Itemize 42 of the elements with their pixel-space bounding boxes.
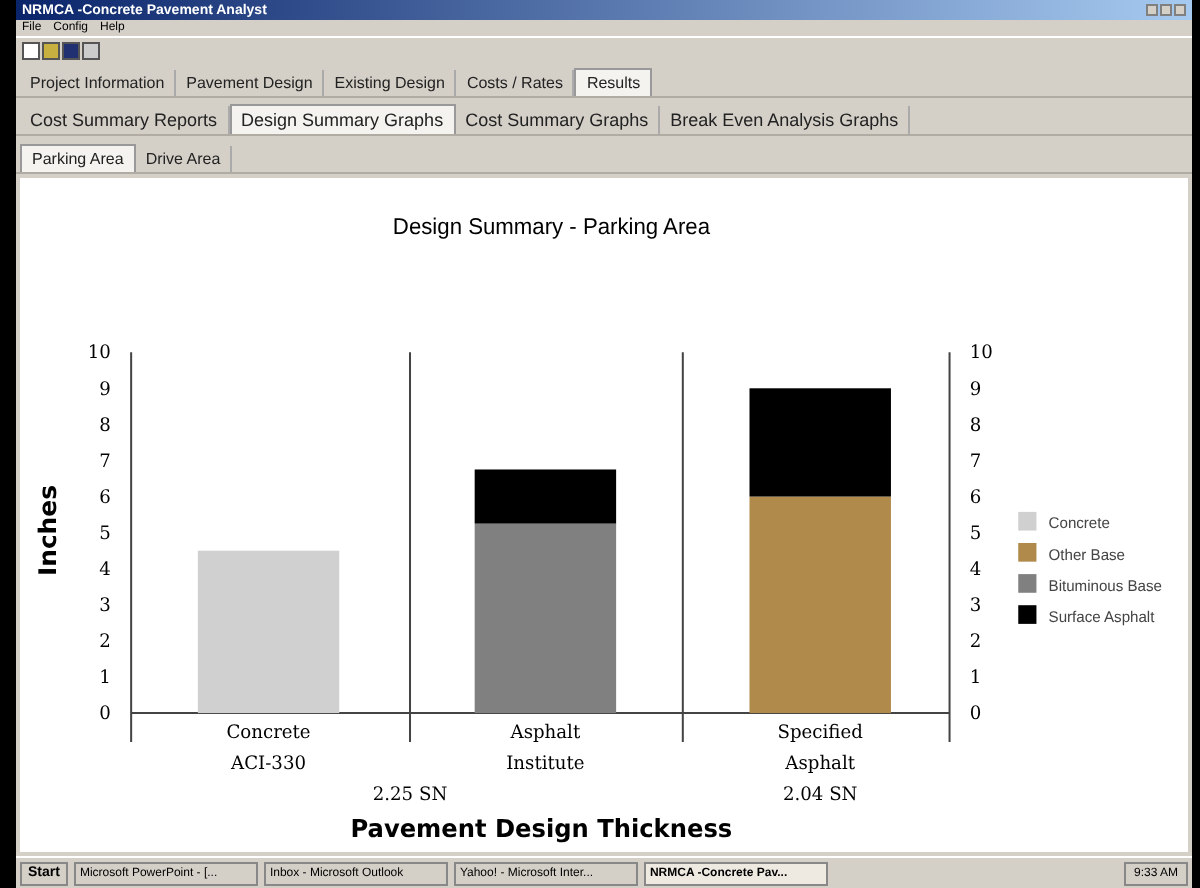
y-tick-label: 6 [99, 486, 111, 509]
y-tick-label: 8 [99, 414, 111, 437]
tab[interactable]: Pavement Design [176, 70, 325, 96]
y-tick-label: 5 [99, 522, 111, 545]
tab[interactable]: Design Summary Graphs [229, 104, 456, 134]
tab[interactable]: Break Even Analysis Graphs [660, 106, 911, 134]
chart-title: Design Summary - Parking Area [392, 215, 711, 241]
y-axis-title: Inches [34, 485, 63, 577]
y-tick-label: 0 [99, 703, 111, 726]
category-label: Institute [506, 752, 585, 776]
y-tick-label: 8 [969, 414, 982, 437]
y-tick-label: 2 [99, 630, 111, 654]
category-label: ACI-330 [231, 752, 307, 776]
y-tick-label: 2 [969, 630, 982, 654]
tab[interactable]: Project Information [20, 70, 177, 96]
annotation-label: 2.25 SN [372, 783, 448, 807]
tab[interactable]: Drive Area [135, 146, 233, 172]
y-tick-label: 7 [969, 450, 982, 473]
tab[interactable]: Cost Summary Graphs [455, 106, 661, 134]
y-tick-label: 10 [87, 342, 111, 365]
category-label: Concrete [226, 721, 311, 744]
category-label: 2.04 SN [782, 783, 858, 807]
y-tick-label: 5 [969, 522, 982, 545]
tab[interactable]: Existing Design [324, 70, 457, 96]
y-tick-label: 1 [969, 667, 982, 690]
category-label: Asphalt [785, 752, 856, 776]
y-tick-label: 0 [969, 703, 982, 726]
tab[interactable]: Results [574, 68, 653, 96]
category-label: Specified [777, 721, 863, 744]
y-tick-label: 10 [969, 342, 993, 365]
y-tick-label: 1 [99, 667, 111, 690]
x-axis-title: Pavement Design Thickness [350, 815, 733, 844]
y-tick-label: 3 [99, 594, 111, 618]
y-tick-label: 4 [99, 558, 111, 581]
y-tick-label: 7 [99, 450, 111, 473]
y-tick-label: 9 [99, 378, 111, 401]
category-label: Asphalt [510, 721, 581, 744]
y-tick-label: 9 [969, 378, 982, 401]
y-tick-label: 4 [969, 558, 982, 581]
y-tick-label: 3 [969, 594, 982, 618]
y-tick-label: 6 [969, 486, 982, 509]
tab[interactable]: Parking Area [20, 144, 136, 172]
